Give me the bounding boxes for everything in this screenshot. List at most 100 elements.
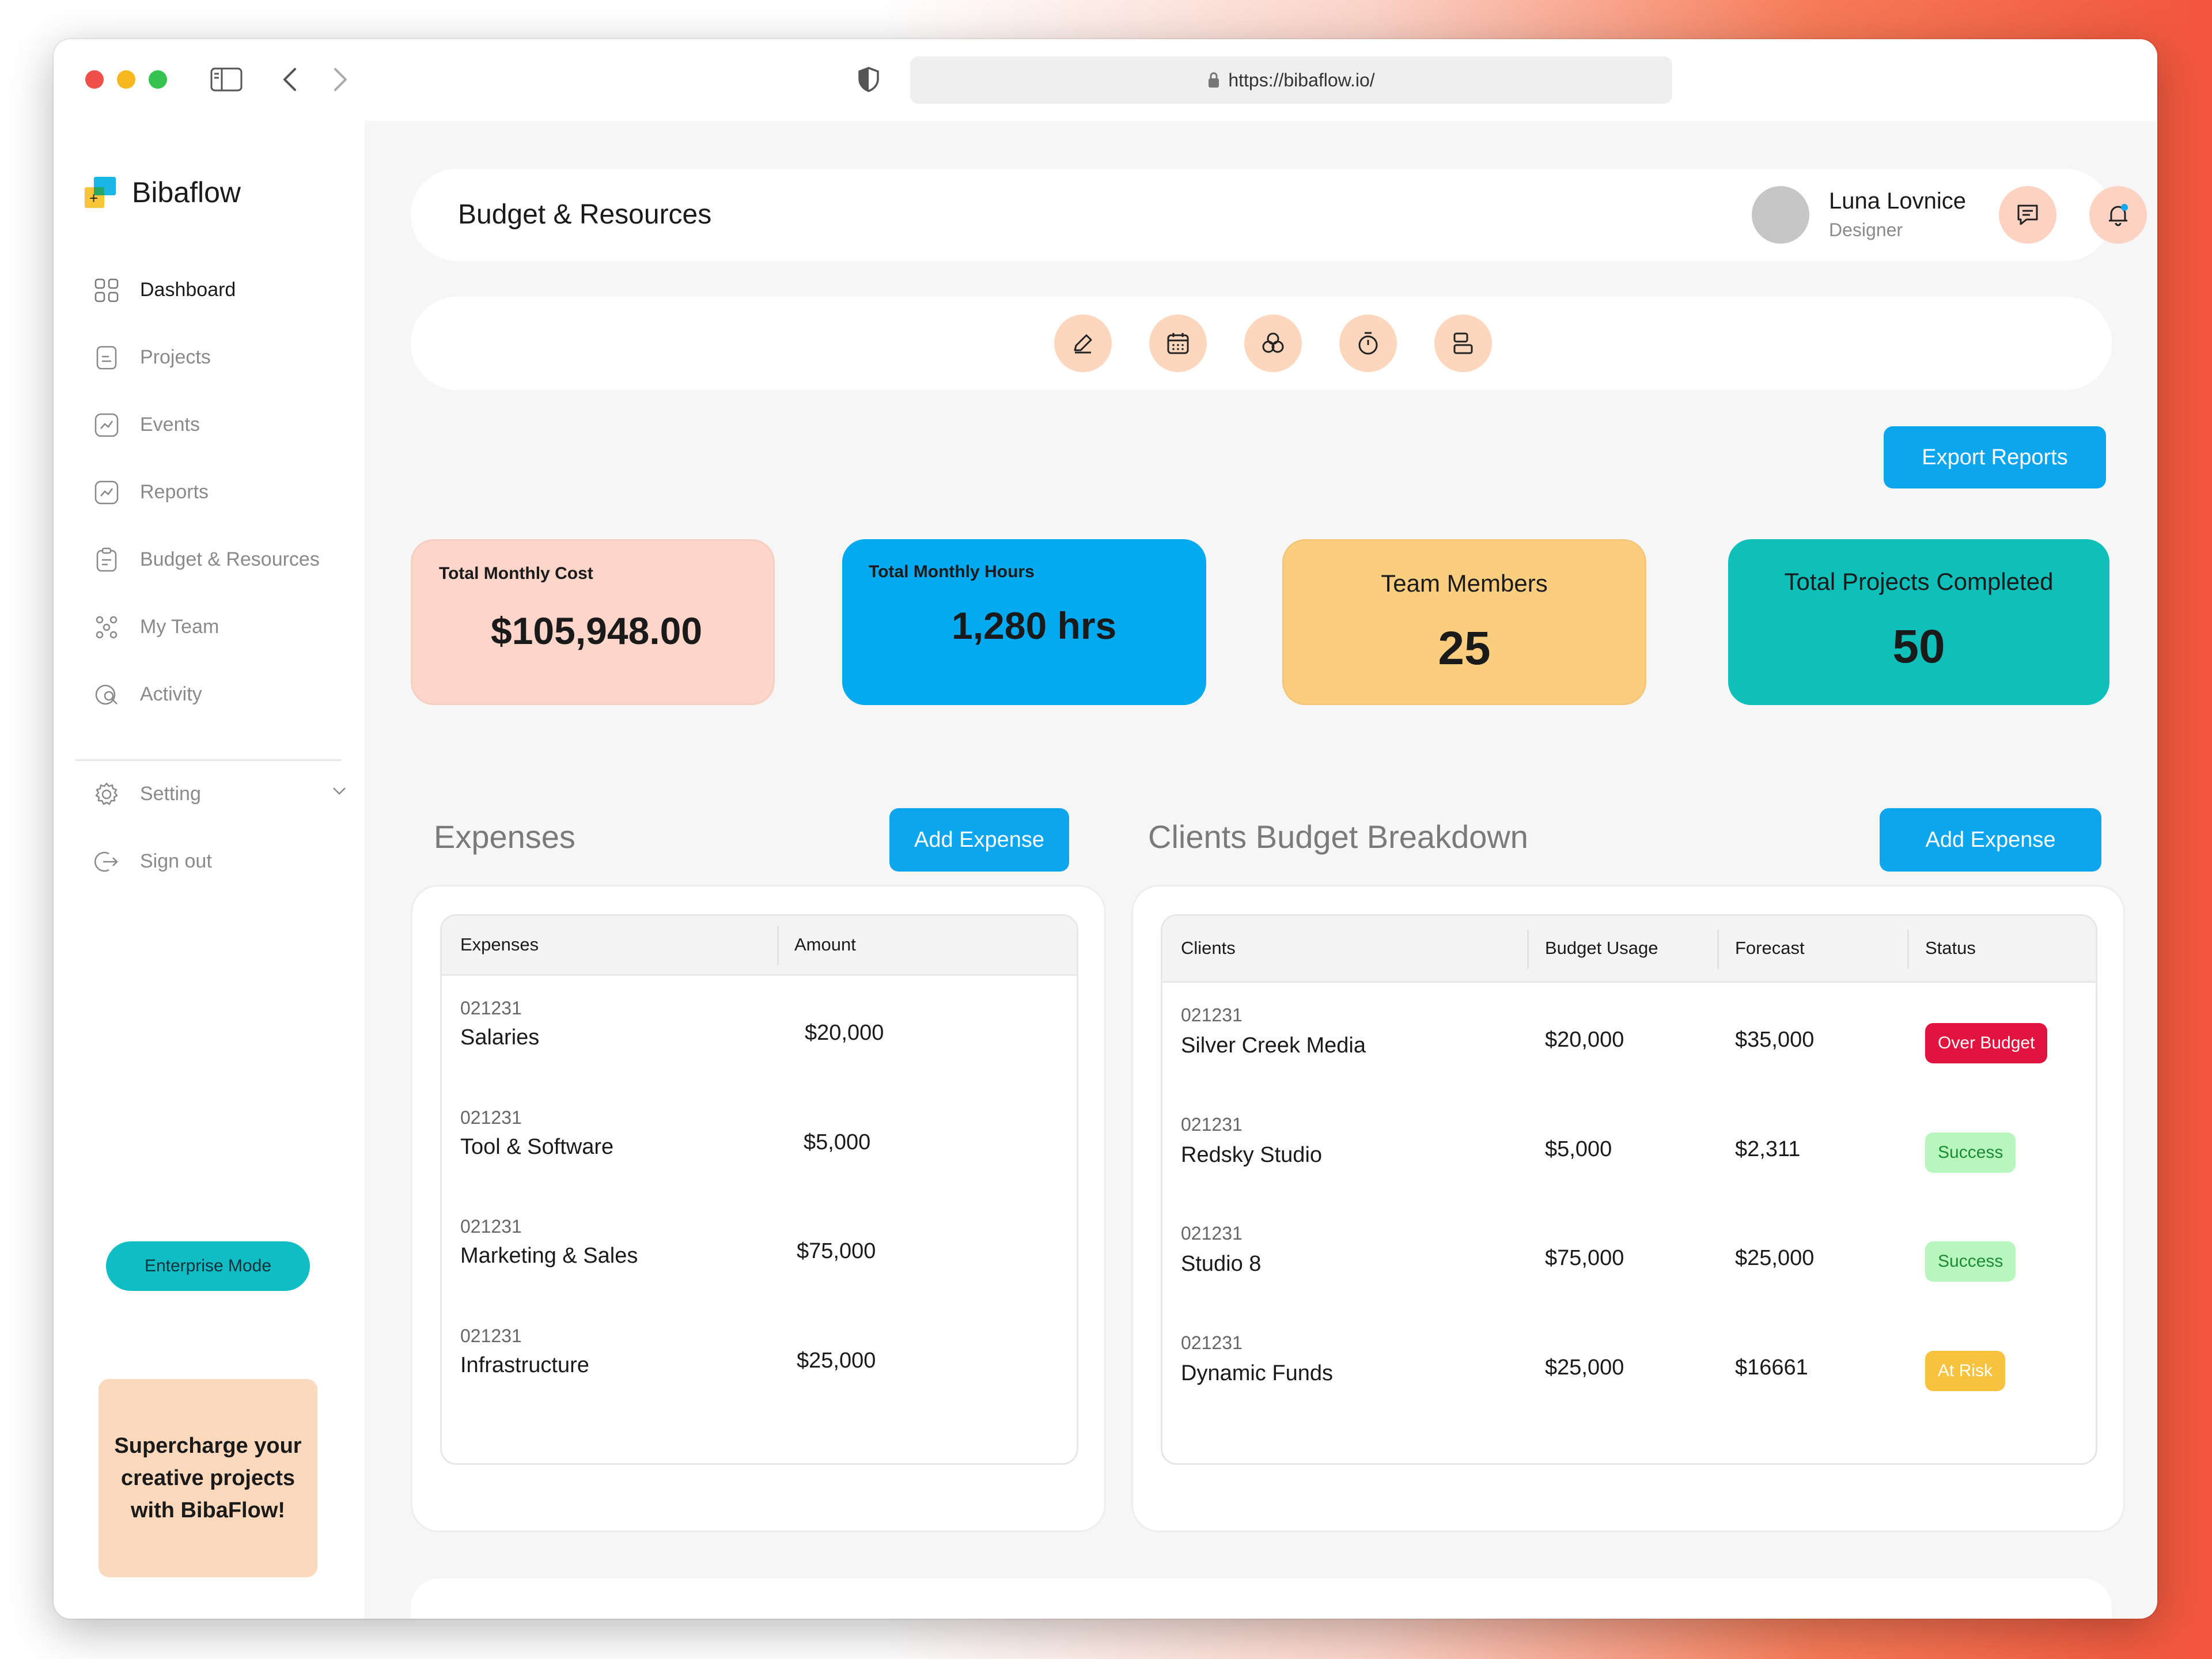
- stat-label: Team Members: [1381, 570, 1548, 597]
- sidebar-item-dashboard[interactable]: Dashboard: [94, 256, 347, 324]
- table-row[interactable]: 021231 Marketing & Sales $75,000: [442, 1199, 1077, 1308]
- status-badge: At Risk: [1925, 1351, 2006, 1391]
- bell-icon: [2109, 204, 2128, 226]
- enterprise-mode-button[interactable]: Enterprise Mode: [106, 1241, 310, 1291]
- sidebar-item-label: Sign out: [140, 850, 212, 872]
- sidebar-item-sign-out[interactable]: Sign out: [94, 828, 347, 895]
- sign-out-icon: [94, 851, 118, 872]
- calendar-button[interactable]: [1149, 315, 1207, 372]
- sidebar-item-reports[interactable]: Reports: [94, 459, 347, 526]
- column-header: Clients: [1181, 938, 1236, 958]
- expense-name: Infrastructure: [460, 1353, 589, 1377]
- expense-id: 021231: [460, 1216, 522, 1237]
- layout-icon: [1453, 332, 1473, 354]
- sidebar-item-label: Setting: [140, 783, 201, 805]
- expense-id: 021231: [460, 1325, 522, 1346]
- column-header: Status: [1925, 938, 1976, 958]
- sidebar-item-activity[interactable]: Activity: [94, 661, 347, 728]
- minimize-window-button[interactable]: [117, 70, 135, 89]
- shield-icon[interactable]: [851, 62, 886, 97]
- add-expense-button[interactable]: Add Expense: [889, 808, 1069, 872]
- table-row[interactable]: 021231 Salaries $20,000: [442, 980, 1077, 1090]
- app-logo[interactable]: + Bibaflow: [84, 176, 241, 209]
- column-header: Expenses: [460, 934, 539, 955]
- layout-button[interactable]: [1434, 315, 1492, 372]
- table-row[interactable]: 021231 Redsky Studio $5,000 $2,311 Succe…: [1162, 1097, 2096, 1206]
- expenses-panel: Expenses Amount 021231 Salaries $20,000 …: [411, 885, 1106, 1532]
- group-button[interactable]: [1244, 315, 1302, 372]
- bibaflow-logo-icon: +: [85, 177, 116, 208]
- back-arrow-icon[interactable]: [272, 62, 307, 97]
- sidebar-item-label: My Team: [140, 616, 219, 638]
- expense-amount: $25,000: [797, 1349, 876, 1373]
- status-badge: Success: [1925, 1132, 2016, 1173]
- chevron-down-icon[interactable]: [331, 786, 347, 796]
- avatar[interactable]: [1752, 186, 1809, 244]
- browser-toolbar: https://bibaflow.io/: [54, 39, 2157, 121]
- circles-icon: [1262, 332, 1284, 353]
- table-row[interactable]: 021231 Infrastructure $25,000: [442, 1308, 1077, 1418]
- table-row[interactable]: 021231 Studio 8 $75,000 $25,000 Success: [1162, 1206, 2096, 1315]
- column-divider: [1527, 930, 1529, 969]
- expense-name: Tool & Software: [460, 1135, 614, 1159]
- sidebar-item-label: Events: [140, 414, 200, 435]
- user-name: Luna Lovnice: [1829, 188, 1966, 214]
- budget-usage: $20,000: [1545, 1028, 1624, 1052]
- table-row[interactable]: 021231 Dynamic Funds $25,000 $16661 At R…: [1162, 1315, 2096, 1425]
- forecast: $2,311: [1735, 1137, 1801, 1161]
- column-divider: [777, 926, 779, 965]
- stat-value: $105,948.00: [491, 609, 703, 652]
- sidebar-item-label: Projects: [140, 346, 211, 368]
- activity-icon: [95, 684, 118, 704]
- close-window-button[interactable]: [85, 70, 104, 89]
- sidebar-item-setting[interactable]: Setting: [94, 760, 347, 828]
- expense-name: Salaries: [460, 1025, 540, 1050]
- browser-window: https://bibaflow.io/ + Bibaflow Dashboar…: [54, 39, 2157, 1619]
- table-row[interactable]: 021231 Silver Creek Media $20,000 $35,00…: [1162, 987, 2096, 1097]
- address-bar[interactable]: https://bibaflow.io/: [910, 56, 1672, 104]
- timer-button[interactable]: [1339, 315, 1397, 372]
- clipboard-icon: [96, 547, 117, 571]
- app-name: Bibaflow: [132, 176, 241, 209]
- forecast: $16661: [1735, 1355, 1808, 1380]
- clients-table: Clients Budget Usage Forecast Status 021…: [1161, 914, 2097, 1465]
- sidebar-item-budget[interactable]: Budget & Resources: [94, 526, 347, 593]
- calendar-icon: [1167, 333, 1189, 354]
- sidebar-toggle-icon[interactable]: [209, 62, 244, 97]
- export-reports-button[interactable]: Export Reports: [1884, 426, 2106, 488]
- expense-amount: $75,000: [797, 1239, 876, 1263]
- timer-icon: [1358, 332, 1378, 355]
- edit-button[interactable]: [1054, 315, 1112, 372]
- sidebar-item-label: Budget & Resources: [140, 548, 320, 570]
- stat-label: Total Monthly Cost: [439, 564, 593, 583]
- client-name: Redsky Studio: [1181, 1143, 1323, 1167]
- status-badge: Over Budget: [1925, 1023, 2048, 1063]
- expense-amount: $20,000: [805, 1021, 884, 1045]
- expense-amount: $5,000: [804, 1130, 871, 1154]
- sidebar-item-projects[interactable]: Projects: [94, 324, 347, 391]
- forward-arrow-icon[interactable]: [323, 62, 358, 97]
- sidebar-secondary-nav: Setting Sign out: [94, 760, 347, 895]
- sidebar-item-my-team[interactable]: My Team: [94, 593, 347, 661]
- maximize-window-button[interactable]: [149, 70, 167, 89]
- quick-actions-bar: [411, 297, 2112, 390]
- notifications-button[interactable]: [2089, 186, 2147, 244]
- stat-value: 1,280 hrs: [952, 604, 1117, 647]
- column-header: Amount: [794, 934, 856, 955]
- expense-name: Marketing & Sales: [460, 1244, 638, 1268]
- team-icon: [96, 616, 118, 638]
- forecast: $25,000: [1735, 1246, 1815, 1270]
- add-expense-button-clients[interactable]: Add Expense: [1880, 808, 2101, 872]
- promo-card: Supercharge your creative projects with …: [99, 1379, 317, 1577]
- stat-card-monthly-hours: Total Monthly Hours 1,280 hrs: [842, 539, 1206, 705]
- messages-button[interactable]: [1999, 186, 2056, 244]
- pencil-icon: [1074, 334, 1092, 354]
- sidebar-nav: Dashboard Projects Events Reports Budget…: [94, 256, 347, 728]
- forecast: $35,000: [1735, 1028, 1815, 1052]
- gear-icon: [95, 782, 118, 805]
- sidebar-item-events[interactable]: Events: [94, 391, 347, 459]
- table-row[interactable]: 021231 Tool & Software $5,000: [442, 1090, 1077, 1199]
- column-divider: [1907, 930, 1909, 969]
- client-id: 021231: [1181, 1114, 1243, 1135]
- stat-card-team-members: Team Members 25: [1282, 539, 1646, 705]
